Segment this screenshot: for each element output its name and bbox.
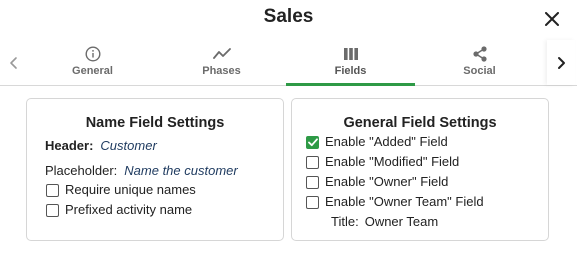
tab-fields[interactable]: Fields — [286, 40, 415, 86]
enable-owner-option[interactable]: Enable "Owner" Field — [306, 174, 548, 190]
tab-social[interactable]: Social — [415, 40, 544, 85]
trend-icon — [212, 47, 231, 59]
tab-bar: General Phases Fields Social — [0, 40, 577, 86]
owner-team-title-row: Title: Owner Team — [331, 214, 548, 230]
sales-dialog: Sales General Phases Fields Social Name … — [0, 0, 577, 253]
enable-owner-label: Enable "Owner" Field — [325, 174, 449, 189]
enable-owner-team-option[interactable]: Enable "Owner Team" Field — [306, 194, 548, 210]
tabs: General Phases Fields Social — [28, 40, 545, 86]
close-button[interactable] — [541, 8, 563, 30]
chevron-right-icon — [558, 56, 565, 69]
tab-general[interactable]: General — [28, 40, 157, 85]
tab-phases-label: Phases — [202, 65, 241, 77]
general-field-settings-panel: General Field Settings Enable "Added" Fi… — [291, 98, 549, 241]
prefixed-activity-name-checkbox[interactable] — [46, 203, 59, 217]
owner-team-title-label: Title: — [331, 214, 359, 229]
require-unique-names-label: Require unique names — [65, 182, 196, 197]
enable-added-option[interactable]: Enable "Added" Field — [306, 134, 548, 150]
enable-modified-option[interactable]: Enable "Modified" Field — [306, 154, 548, 170]
info-icon — [84, 45, 101, 62]
enable-owner-team-label: Enable "Owner Team" Field — [325, 194, 484, 209]
scroll-right-button[interactable] — [547, 40, 575, 85]
enable-owner-team-checkbox[interactable] — [306, 195, 319, 209]
header-value[interactable]: Customer — [100, 138, 156, 154]
require-unique-names-checkbox[interactable] — [46, 183, 59, 197]
name-field-settings-panel: Name Field Settings Header: Customer Pla… — [26, 98, 284, 241]
tab-phases[interactable]: Phases — [157, 40, 286, 85]
dialog-title: Sales — [263, 6, 314, 27]
header-row: Header: Customer — [45, 138, 283, 154]
require-unique-names-option[interactable]: Require unique names — [46, 182, 283, 198]
placeholder-label: Placeholder: — [45, 163, 118, 178]
name-field-settings-heading: Name Field Settings — [85, 115, 225, 131]
columns-icon — [343, 47, 358, 60]
header-label: Header: — [45, 138, 94, 153]
tab-fields-label: Fields — [334, 65, 367, 77]
prefixed-activity-name-label: Prefixed activity name — [65, 202, 193, 217]
enable-modified-label: Enable "Modified" Field — [325, 154, 460, 169]
enable-added-label: Enable "Added" Field — [325, 134, 448, 149]
enable-modified-checkbox[interactable] — [306, 155, 319, 169]
tab-general-label: General — [72, 65, 113, 77]
enable-owner-checkbox[interactable] — [306, 175, 319, 189]
close-icon — [545, 12, 559, 26]
placeholder-row: Placeholder: Name the customer — [45, 163, 283, 179]
scroll-left-button[interactable] — [0, 40, 28, 85]
owner-team-title-value[interactable]: Owner Team — [365, 214, 438, 230]
tab-social-label: Social — [463, 65, 496, 77]
placeholder-value[interactable]: Name the customer — [124, 163, 237, 179]
chevron-left-icon — [10, 56, 17, 69]
prefixed-activity-name-option[interactable]: Prefixed activity name — [46, 202, 283, 218]
share-icon — [472, 45, 487, 62]
checkmark-icon — [307, 137, 318, 146]
enable-added-checkbox[interactable] — [306, 135, 319, 149]
general-field-settings-heading: General Field Settings — [343, 115, 497, 131]
